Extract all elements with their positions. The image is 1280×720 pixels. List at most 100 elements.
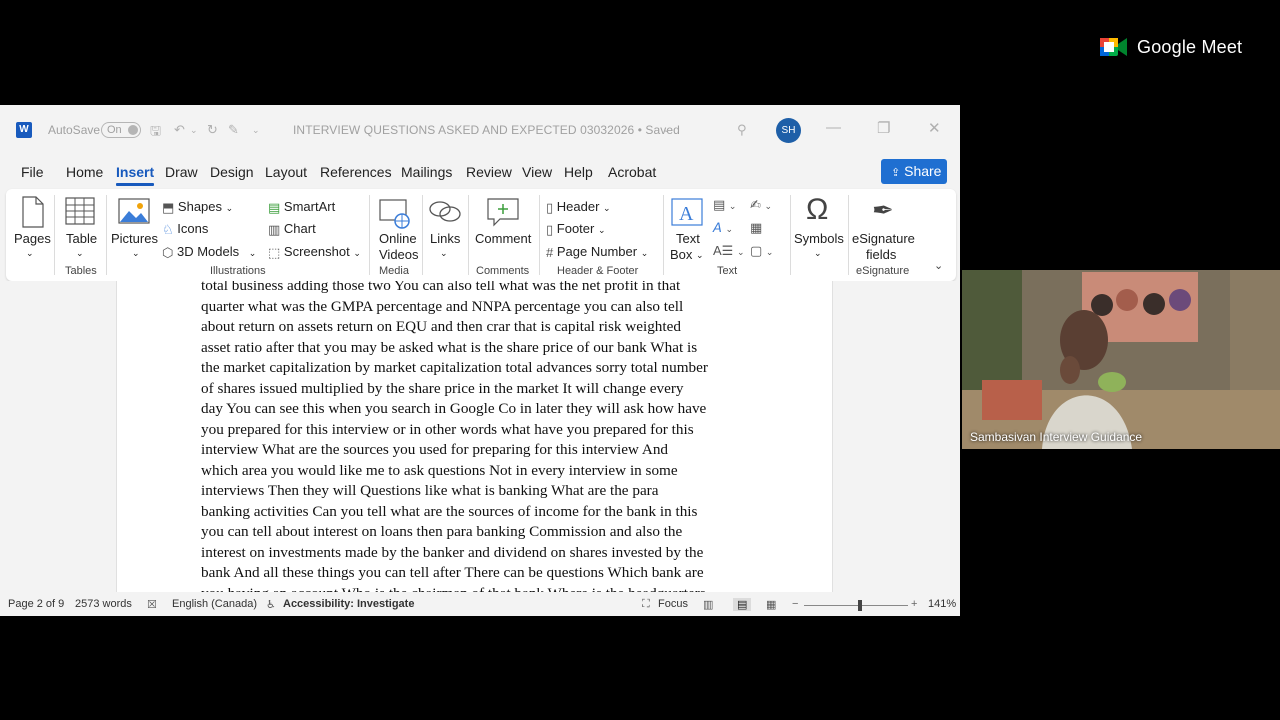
qat-more-icon[interactable]: ⌄ xyxy=(252,125,260,136)
read-mode-icon[interactable]: ▥ xyxy=(703,598,713,611)
web-layout-icon[interactable]: ▦ xyxy=(766,598,776,611)
document-line[interactable]: you having an account Who is the chairma… xyxy=(201,584,761,593)
document-line[interactable]: you can tell about interest on loans the… xyxy=(201,522,761,543)
user-avatar[interactable]: SH xyxy=(776,118,801,143)
tab-help[interactable]: Help xyxy=(564,164,593,180)
3d-models-button[interactable]: ⬡ 3D Models ⌄ xyxy=(162,244,256,261)
zoom-slider-thumb[interactable] xyxy=(858,600,862,611)
table-icon xyxy=(65,197,95,225)
autosave-toggle[interactable]: On xyxy=(101,122,141,138)
wordart-icon[interactable]: 𝘈 ⌄ xyxy=(713,220,733,236)
header-footer-group-label: Header & Footer xyxy=(557,265,639,277)
icons-button[interactable]: ♘ Icons xyxy=(162,221,208,238)
document-body[interactable]: total business adding those two You can … xyxy=(201,281,761,592)
object-icon[interactable]: ▢ ⌄ xyxy=(750,243,773,259)
shapes-icon: ⬒ xyxy=(162,199,175,215)
save-icon[interactable]: 🖫 xyxy=(150,122,161,144)
separator xyxy=(848,195,849,275)
footer-button[interactable]: ▯ Footer ⌄ xyxy=(546,221,606,238)
ribbon-collapse-chevron-icon[interactable]: ⌄ xyxy=(934,259,943,272)
date-time-icon[interactable]: ▦ xyxy=(750,220,762,236)
online-videos-button[interactable]: Online Videos xyxy=(372,193,419,265)
restore-icon[interactable]: ❐ xyxy=(877,119,890,137)
tab-review[interactable]: Review xyxy=(466,164,512,180)
zoom-out-icon[interactable]: − xyxy=(792,598,798,610)
tab-design[interactable]: Design xyxy=(210,164,254,180)
3d-models-chevron-icon: ⌄ xyxy=(248,248,257,258)
symbols-button[interactable]: Ω Symbols ⌄ xyxy=(792,193,844,263)
zoom-slider[interactable] xyxy=(804,600,908,611)
document-line[interactable]: bank And all these things you can tell a… xyxy=(201,563,761,584)
title-chevron-down-icon[interactable]: ⌄ xyxy=(662,124,670,135)
tab-draw[interactable]: Draw xyxy=(165,164,198,180)
chart-button[interactable]: ▥ Chart xyxy=(268,221,316,238)
tab-layout[interactable]: Layout xyxy=(265,164,307,180)
document-line[interactable]: asset ratio after that you may be asked … xyxy=(201,338,761,359)
tab-view[interactable]: View xyxy=(522,164,552,180)
pages-button[interactable]: Pages ⌄ xyxy=(12,193,52,263)
pictures-chevron-icon: ⌄ xyxy=(132,248,140,258)
proofing-icon[interactable]: ☒ xyxy=(147,598,157,611)
page-number-button[interactable]: # Page Number ⌄ xyxy=(546,244,648,260)
links-button[interactable]: Links ⌄ xyxy=(426,193,464,263)
shapes-button[interactable]: ⬒ Shapes ⌄ xyxy=(162,199,233,216)
tab-file[interactable]: File xyxy=(21,164,44,180)
page-number-icon: # xyxy=(546,245,554,261)
tab-references[interactable]: References xyxy=(320,164,392,180)
tab-mailings[interactable]: Mailings xyxy=(401,164,452,180)
tab-home[interactable]: Home xyxy=(66,164,103,180)
document-line[interactable]: interest on investments made by the bank… xyxy=(201,543,761,564)
document-line[interactable]: total business adding those two You can … xyxy=(201,281,761,297)
print-layout-icon[interactable]: ▤ xyxy=(733,598,752,611)
document-line[interactable]: banking activities Can you tell what are… xyxy=(201,502,761,523)
zoom-in-icon[interactable]: + xyxy=(911,598,917,610)
search-icon[interactable]: ⚲ xyxy=(737,122,747,138)
tables-group-label: Tables xyxy=(65,265,97,277)
participant-video-tile[interactable]: Sambasivan Interview Guidance xyxy=(962,270,1280,449)
smartart-label: SmartArt xyxy=(283,199,336,214)
text-box-button[interactable]: A Text Box ⌄ xyxy=(666,193,708,265)
screenshot-button[interactable]: ⬚ Screenshot ⌄ xyxy=(268,244,361,261)
signature-line-icon[interactable]: ✍ ⌄ xyxy=(750,197,772,213)
quick-parts-icon[interactable]: ▤ ⌄ xyxy=(713,197,736,213)
text-group-label: Text xyxy=(717,265,738,277)
minimize-icon[interactable]: — xyxy=(826,119,841,136)
word-count[interactable]: 2573 words xyxy=(75,598,132,610)
document-line[interactable]: the market capitalization by market capi… xyxy=(201,358,761,379)
redo-icon[interactable]: ↻ xyxy=(207,122,218,138)
document-line[interactable]: quarter what was the GMPA percentage and… xyxy=(201,297,761,318)
close-icon[interactable]: ✕ xyxy=(928,119,941,137)
page-count[interactable]: Page 2 of 9 xyxy=(8,598,64,610)
separator xyxy=(790,195,791,275)
focus-mode[interactable]: Focus xyxy=(658,598,688,610)
document-line[interactable]: day You can see this when you search in … xyxy=(201,399,761,420)
tab-insert[interactable]: Insert xyxy=(116,164,155,186)
edit-icon[interactable]: ✎ xyxy=(228,122,239,138)
pictures-button[interactable]: Pictures ⌄ xyxy=(110,193,160,263)
document-page[interactable]: total business adding those two You can … xyxy=(116,281,833,592)
smartart-icon: ▤ xyxy=(268,199,281,215)
document-line[interactable]: interview What are the sources you used … xyxy=(201,440,761,461)
document-line[interactable]: of shares issued multiplied by the share… xyxy=(201,379,761,400)
accessibility-status[interactable]: Accessibility: Investigate xyxy=(283,598,414,610)
smartart-button[interactable]: ▤ SmartArt xyxy=(268,199,335,216)
tab-acrobat[interactable]: Acrobat xyxy=(608,164,656,180)
share-button[interactable]: ⇪ Share ▾ xyxy=(881,159,947,205)
footer-icon: ▯ xyxy=(546,221,554,237)
document-line[interactable]: about return on assets return on EQU and… xyxy=(201,317,761,338)
esignature-fields-button[interactable]: ✒ eSignature fields xyxy=(850,193,916,265)
comment-icon xyxy=(487,198,519,227)
title-bar: W AutoSave On 🖫 ↶ ⌄ ↻ ✎ ⌄ INTERVIEW QUES… xyxy=(0,105,960,155)
language[interactable]: English (Canada) xyxy=(172,598,257,610)
undo-dropdown-icon[interactable]: ⌄ xyxy=(190,125,198,136)
table-button[interactable]: Table ⌄ xyxy=(60,193,100,263)
document-line[interactable]: interviews Then they will Questions like… xyxy=(201,481,761,502)
comment-button[interactable]: Comment xyxy=(472,193,534,263)
drop-cap-icon[interactable]: A☰ ⌄ xyxy=(713,243,744,259)
undo-icon[interactable]: ↶ xyxy=(174,122,185,138)
header-button[interactable]: ▯ Header ⌄ xyxy=(546,199,611,216)
document-title[interactable]: INTERVIEW QUESTIONS ASKED AND EXPECTED 0… xyxy=(293,123,680,137)
zoom-level[interactable]: 141% xyxy=(928,598,956,610)
document-line[interactable]: you prepared for this interview or in ot… xyxy=(201,420,761,441)
document-line[interactable]: which area you would like me to ask ques… xyxy=(201,461,761,482)
